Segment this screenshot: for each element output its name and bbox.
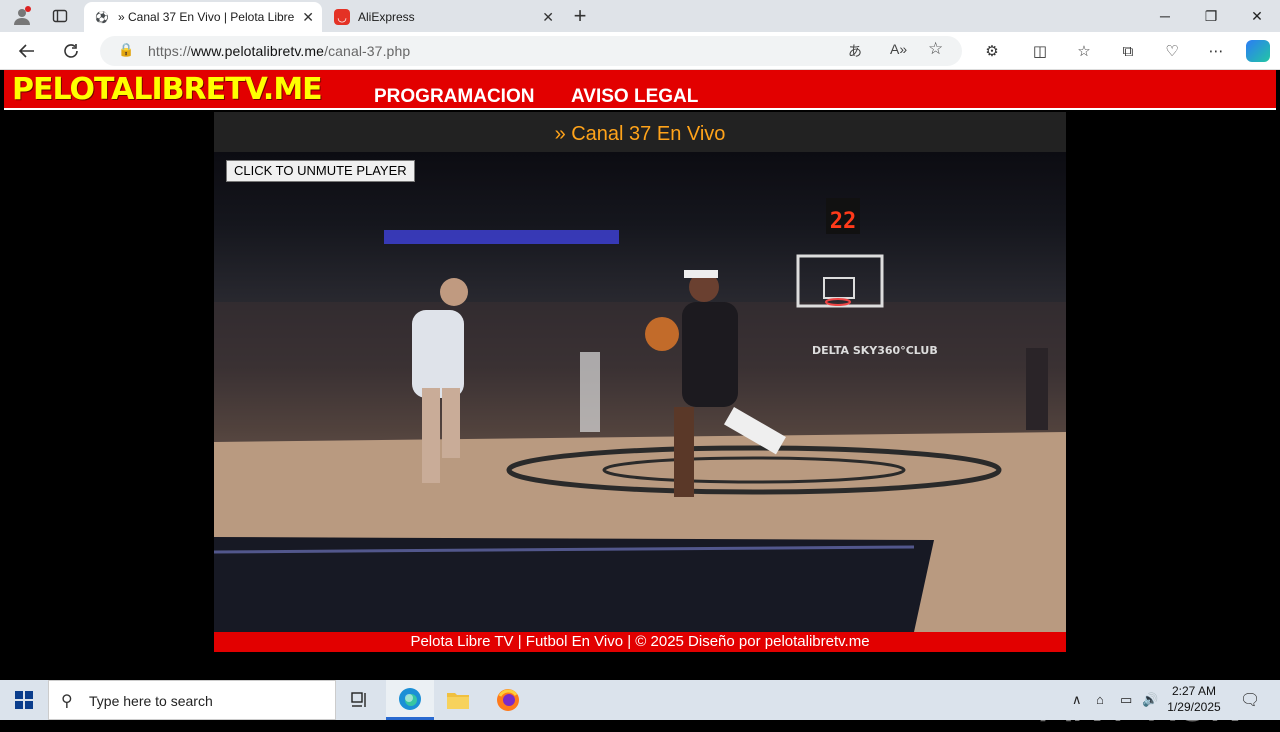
notifications-icon[interactable]: 🗨	[1240, 690, 1260, 710]
edge-taskbar-icon[interactable]	[386, 680, 434, 720]
address-bar[interactable]: 🔒 https://www.pelotalibretv.me/canal-37.…	[100, 36, 962, 66]
extensions-icon[interactable]: ⚙	[980, 40, 1004, 62]
site-header: PELOTALIBRETV.ME PROGRAMACION AVISO LEGA…	[4, 70, 1276, 110]
split-screen-icon[interactable]: ◫	[1028, 40, 1052, 62]
network-icon[interactable]: ▭	[1120, 692, 1132, 708]
refresh-icon[interactable]	[56, 38, 86, 64]
favorites-icon[interactable]: ☆	[1072, 40, 1096, 62]
file-explorer-icon[interactable]	[434, 680, 482, 720]
shot-clock-text: 22	[830, 209, 857, 234]
web-page: PELOTALIBRETV.ME PROGRAMACION AVISO LEGA…	[4, 70, 1276, 732]
soccer-ball-icon: ⚽	[95, 11, 109, 24]
favorite-star-icon[interactable]: ☆	[928, 39, 943, 59]
close-tab-icon[interactable]: ✕	[302, 9, 314, 26]
task-view-icon[interactable]	[336, 680, 384, 720]
network-device-icon[interactable]: ⌂	[1096, 692, 1104, 707]
back-icon[interactable]	[12, 38, 42, 64]
copilot-icon[interactable]	[1246, 40, 1270, 62]
browser-tab-bar: ⚽ » Canal 37 En Vivo | Pelota Libre T ✕ …	[0, 0, 1280, 32]
tab-title: » Canal 37 En Vivo | Pelota Libre T	[118, 10, 294, 24]
more-menu-icon[interactable]: ⋯	[1204, 40, 1228, 62]
unmute-button[interactable]: CLICK TO UNMUTE PLAYER	[226, 160, 415, 182]
lock-icon[interactable]: 🔒	[118, 42, 134, 58]
search-icon: ⚲	[61, 693, 73, 710]
firefox-icon[interactable]	[484, 680, 532, 720]
collections-icon[interactable]: ⧉	[1116, 40, 1140, 62]
new-tab-icon[interactable]: +	[566, 3, 594, 28]
url-text[interactable]: https://www.pelotalibretv.me/canal-37.ph…	[148, 43, 410, 59]
browser-essentials-icon[interactable]: ♡	[1160, 40, 1184, 62]
clock-time: 2:27 AM	[1171, 684, 1217, 698]
read-aloud-icon[interactable]: A»	[890, 41, 907, 57]
tab-canal-37[interactable]: ⚽ » Canal 37 En Vivo | Pelota Libre T ✕	[84, 2, 322, 32]
player-container: » Canal 37 En Vivo 22 DELTA SKY360°CLUB …	[214, 112, 1066, 652]
site-logo[interactable]: PELOTALIBRETV.ME	[12, 72, 323, 107]
tab-aliexpress[interactable]: ◡ AliExpress ✕	[324, 2, 562, 32]
minimize-icon[interactable]: ─	[1142, 0, 1188, 32]
tab-title: AliExpress	[358, 10, 415, 24]
show-hidden-icons[interactable]: ∧	[1072, 692, 1082, 708]
volume-icon[interactable]: 🔊	[1142, 692, 1158, 708]
restore-icon[interactable]: ❐	[1188, 0, 1234, 32]
site-footer: Pelota Libre TV | Futbol En Vivo | © 202…	[214, 632, 1066, 652]
address-toolbar: 🔒 https://www.pelotalibretv.me/canal-37.…	[0, 32, 1280, 70]
clock-date: 1/29/2025	[1167, 700, 1221, 714]
video-player[interactable]: 22 DELTA SKY360°CLUB CLICK TO UNMUTE PLA…	[214, 152, 1066, 632]
search-placeholder: Type here to search	[89, 693, 213, 709]
taskbar: ⚲ Type here to search ∧ ⌂ ▭ 🔊 2:27 AM 1/…	[0, 680, 1280, 720]
profile-icon[interactable]	[8, 4, 36, 28]
close-window-icon[interactable]: ✕	[1234, 0, 1280, 32]
player-title: » Canal 37 En Vivo	[214, 112, 1066, 152]
translate-icon[interactable]: あ	[848, 41, 862, 61]
close-tab-icon[interactable]: ✕	[542, 9, 554, 26]
basketball-scene: 22 DELTA SKY360°CLUB	[214, 198, 1066, 632]
aliexpress-icon: ◡	[334, 9, 350, 25]
arena-sign-text: DELTA SKY360°CLUB	[812, 344, 938, 357]
tab-actions-icon[interactable]	[46, 4, 74, 28]
taskbar-search[interactable]: ⚲ Type here to search	[48, 680, 336, 720]
windows-start-icon[interactable]	[0, 680, 48, 720]
menu-aviso-legal[interactable]: AVISO LEGAL	[571, 86, 698, 108]
menu-programacion[interactable]: PROGRAMACION	[374, 86, 534, 108]
system-clock[interactable]: 2:27 AM 1/29/2025	[1160, 683, 1228, 715]
